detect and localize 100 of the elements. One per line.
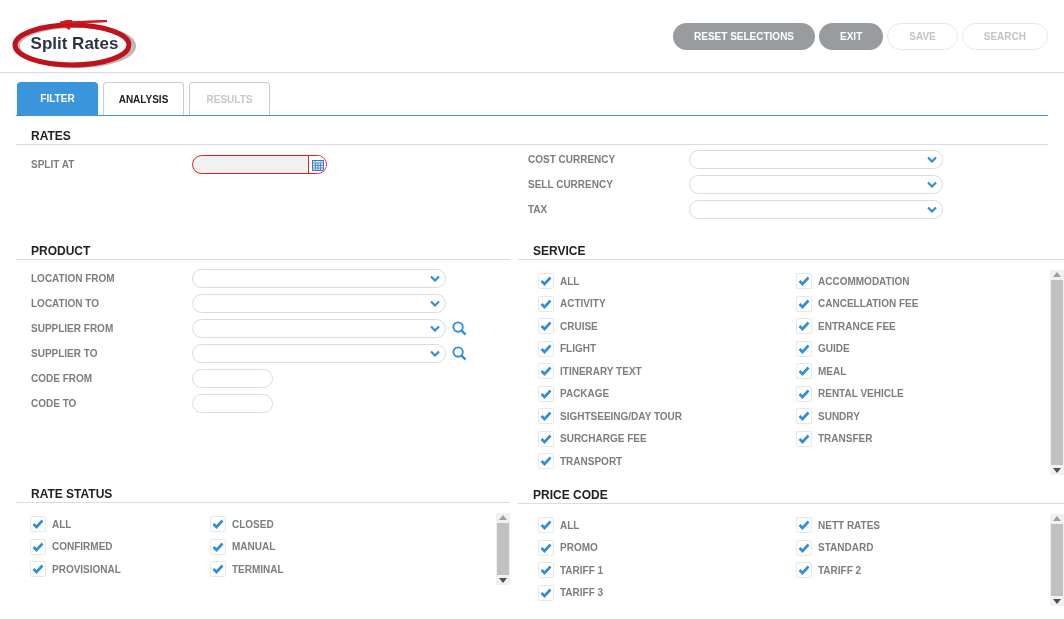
checkbox-label: TARIFF 3 — [560, 586, 604, 601]
checkbox[interactable] — [538, 517, 554, 534]
checkbox-label: ENTRANCE FEE — [818, 319, 896, 334]
checkbox[interactable] — [796, 385, 812, 402]
checkbox-label: ALL — [560, 274, 580, 289]
checkbox[interactable] — [210, 516, 226, 533]
checkbox[interactable] — [796, 430, 812, 447]
checkbox[interactable] — [538, 385, 554, 402]
checkbox[interactable] — [796, 517, 812, 534]
checkbox-label: STANDARD — [818, 541, 874, 556]
checkbox-label: SURCHARGE FEE — [560, 432, 647, 447]
checkbox-label: ALL — [560, 518, 580, 533]
checkbox-label: TERMINAL — [232, 562, 284, 577]
scroll-down-icon[interactable] — [499, 578, 507, 583]
checkmark-icon — [540, 565, 552, 576]
scroll-down-icon[interactable] — [1053, 599, 1061, 604]
checkbox[interactable] — [30, 538, 46, 555]
checkbox-label: FLIGHT — [560, 342, 597, 357]
input-field[interactable] — [192, 394, 273, 413]
checkbox[interactable] — [538, 453, 554, 470]
dropdown-field[interactable] — [192, 269, 446, 288]
checkbox[interactable] — [210, 561, 226, 578]
dropdown-field[interactable] — [689, 200, 943, 219]
field-label: SELL CURRENCY — [528, 178, 614, 192]
checkbox[interactable] — [538, 340, 554, 357]
scrollbar[interactable] — [1050, 514, 1064, 606]
checkmark-icon — [540, 520, 552, 531]
checkbox[interactable] — [796, 318, 812, 335]
checkmark-icon — [798, 565, 810, 576]
scrollbar[interactable] — [1050, 270, 1064, 475]
toolbar-button[interactable]: EXIT — [819, 22, 884, 50]
dropdown-field[interactable] — [192, 294, 446, 313]
checkbox[interactable] — [538, 318, 554, 335]
checkbox[interactable] — [796, 562, 812, 579]
section-heading: SERVICE — [533, 243, 586, 259]
checkbox[interactable] — [538, 430, 554, 447]
checkbox[interactable] — [538, 562, 554, 579]
checkbox[interactable] — [796, 273, 812, 290]
checkbox[interactable] — [538, 295, 554, 312]
checkbox[interactable] — [538, 584, 554, 601]
date-field[interactable] — [192, 155, 327, 174]
checkbox[interactable] — [796, 539, 812, 556]
checkbox-label: CANCELLATION FEE — [818, 297, 919, 312]
field-label: TAX — [528, 203, 549, 217]
checkmark-icon — [540, 542, 552, 553]
checkmark-icon — [798, 433, 810, 444]
scroll-up-icon[interactable] — [1053, 516, 1061, 521]
checkbox-label: CRUISE — [560, 319, 598, 334]
chevron-down-icon — [927, 156, 937, 163]
checkbox[interactable] — [538, 539, 554, 556]
checkmark-icon — [798, 366, 810, 377]
checkbox-label: PROVISIONAL — [52, 562, 121, 577]
checkbox[interactable] — [30, 561, 46, 578]
checkmark-icon — [540, 343, 552, 354]
checkbox[interactable] — [538, 273, 554, 290]
checkmark-icon — [540, 411, 552, 422]
checkbox[interactable] — [30, 516, 46, 533]
calendar-icon[interactable] — [311, 158, 324, 171]
checkmark-icon — [798, 298, 810, 309]
tab[interactable]: FILTER — [17, 82, 98, 115]
scrollbar[interactable] — [496, 513, 510, 585]
checkmark-icon — [32, 564, 44, 575]
checkbox-label: MANUAL — [232, 540, 276, 555]
checkbox-label: TARIFF 1 — [560, 563, 604, 578]
search-icon[interactable] — [452, 346, 467, 361]
scroll-up-icon[interactable] — [1053, 272, 1061, 277]
chevron-down-icon — [430, 325, 440, 332]
scroll-up-icon[interactable] — [499, 515, 507, 520]
field-label: SUPPLIER TO — [31, 347, 99, 361]
search-icon[interactable] — [452, 321, 467, 336]
checkmark-icon — [540, 366, 552, 377]
checkbox[interactable] — [538, 408, 554, 425]
checkbox[interactable] — [538, 363, 554, 380]
checkmark-icon — [212, 564, 224, 575]
checkmark-icon — [540, 456, 552, 467]
dropdown-field[interactable] — [192, 319, 446, 338]
checkbox[interactable] — [796, 363, 812, 380]
checkmark-icon — [798, 411, 810, 422]
checkmark-icon — [540, 321, 552, 332]
scroll-down-icon[interactable] — [1053, 468, 1061, 473]
page-title: Split Rates — [30, 33, 119, 56]
checkbox-label: PACKAGE — [560, 387, 610, 402]
field-label: LOCATION TO — [31, 297, 100, 311]
dropdown-field[interactable] — [192, 344, 446, 363]
checkbox-label: RENTAL VEHICLE — [818, 387, 904, 402]
checkbox[interactable] — [796, 295, 812, 312]
checkbox[interactable] — [210, 538, 226, 555]
checkbox[interactable] — [796, 340, 812, 357]
checkmark-icon — [798, 276, 810, 287]
tab[interactable]: ANALYSIS — [103, 82, 184, 115]
chevron-down-icon — [430, 300, 440, 307]
input-field[interactable] — [192, 369, 273, 388]
field-label: CODE FROM — [31, 372, 94, 386]
checkmark-icon — [798, 343, 810, 354]
checkbox-label: ITINERARY TEXT — [560, 364, 642, 379]
dropdown-field[interactable] — [689, 150, 943, 169]
dropdown-field[interactable] — [689, 175, 943, 194]
field-label: COST CURRENCY — [528, 153, 617, 167]
toolbar-button[interactable]: RESET SELECTIONS — [673, 22, 816, 50]
checkbox[interactable] — [796, 408, 812, 425]
